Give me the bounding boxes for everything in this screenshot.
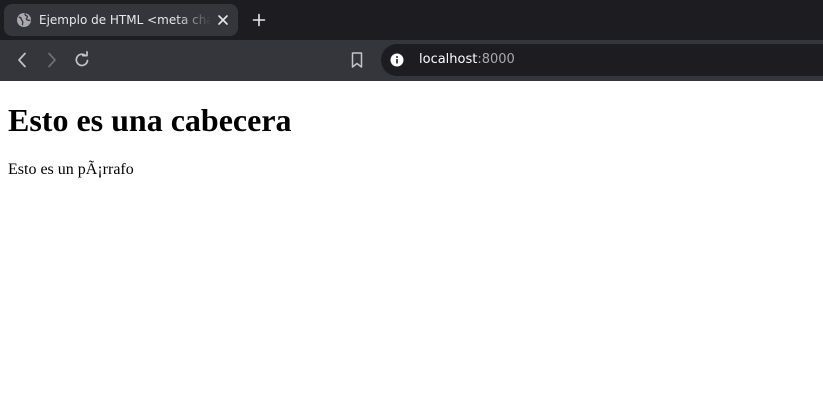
active-tab[interactable]: Ejemplo de HTML <meta charset="utf-8"> <box>4 4 238 36</box>
back-arrow-icon[interactable] <box>12 50 32 70</box>
page-heading: Esto es una cabecera <box>8 102 292 138</box>
close-icon[interactable] <box>216 13 230 27</box>
tab-strip: Ejemplo de HTML <meta charset="utf-8"> <box>0 0 823 40</box>
browser-window: Ejemplo de HTML <meta charset="utf-8"> <box>0 0 823 418</box>
info-icon[interactable] <box>390 53 404 67</box>
url-host: localhost <box>419 52 478 67</box>
url-port: :8000 <box>477 52 515 67</box>
globe-icon <box>17 13 31 27</box>
page-paragraph: Esto es un pÃ¡rrafo <box>8 161 134 178</box>
page-content: Esto es una cabecera Esto es un pÃ¡rrafo <box>0 81 823 418</box>
address-bar[interactable]: localhost:8000 <box>381 44 823 76</box>
url-text[interactable]: localhost:8000 <box>419 51 515 69</box>
tab-title: Ejemplo de HTML <meta charset="utf-8"> <box>39 13 211 27</box>
plus-icon[interactable] <box>251 12 267 28</box>
browser-toolbar: localhost:8000 <box>0 40 823 81</box>
forward-arrow-icon[interactable] <box>42 50 62 70</box>
bookmark-icon[interactable] <box>349 51 365 69</box>
reload-icon[interactable] <box>72 50 92 70</box>
